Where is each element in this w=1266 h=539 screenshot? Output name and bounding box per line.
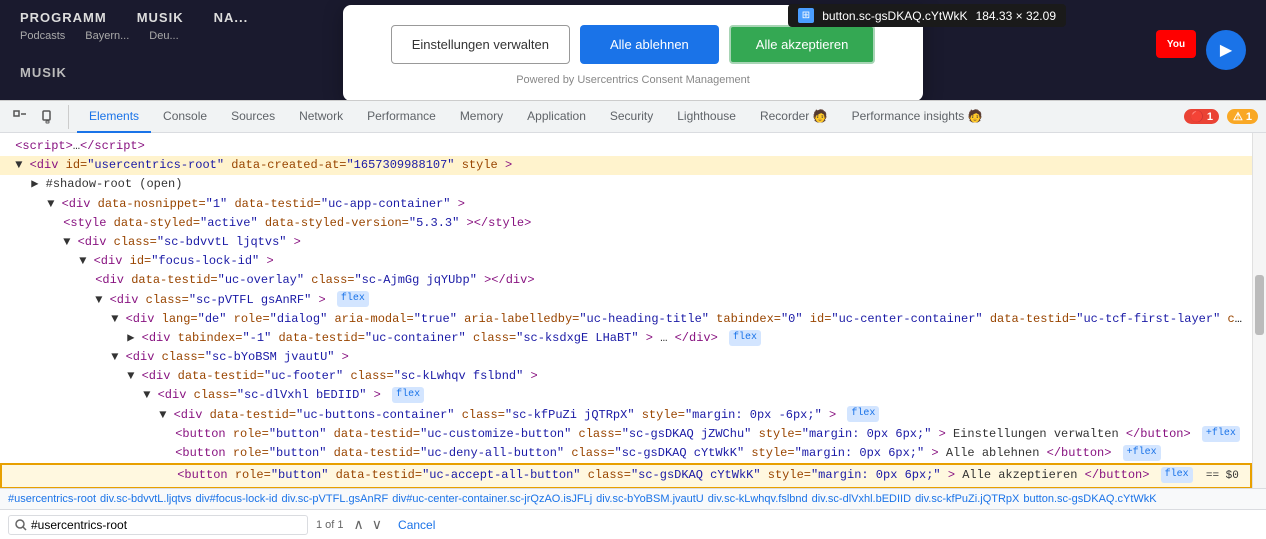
dom-line-5[interactable]: ▼ <div class="sc-bdvvtL ljqtvs" >	[0, 233, 1252, 252]
breadcrumb-2[interactable]: div#focus-lock-id	[196, 493, 278, 505]
flex-badge-6: +flex	[1123, 445, 1161, 461]
scroll-thumb[interactable]	[1255, 275, 1264, 335]
dom-line-13[interactable]: ▼ <div class="sc-dlVxhl bEDIID" > flex	[0, 386, 1252, 405]
nav-item-programm: PROGRAMM	[20, 10, 107, 25]
dom-line-10[interactable]: ▶ <div tabindex="-1" data-testid="uc-con…	[0, 329, 1252, 348]
search-nav-buttons: ∧ ∨	[352, 514, 385, 535]
tooltip-dimensions: 184.33 × 32.09	[976, 9, 1056, 23]
tab-performance-insights[interactable]: Performance insights 🧑	[840, 101, 995, 133]
tab-security[interactable]: Security	[598, 101, 665, 133]
tab-memory[interactable]: Memory	[448, 101, 515, 133]
warn-count-badge: ⚠ 1	[1227, 109, 1258, 124]
breadcrumb-8[interactable]: div.sc-kfPuZi.jQTRpX	[915, 493, 1019, 505]
search-result-count: 1 of 1	[316, 519, 344, 531]
breadcrumb-root[interactable]: #usercentrics-root	[8, 493, 96, 505]
flex-badge-5: +flex	[1202, 426, 1240, 442]
device-toolbar-icon[interactable]	[36, 105, 60, 129]
dom-line-7[interactable]: <div data-testid="uc-overlay" class="sc-…	[0, 271, 1252, 290]
dom-line-0[interactable]: <script>…</script>	[0, 137, 1252, 156]
dom-scrollbar[interactable]	[1252, 133, 1266, 488]
dom-line-11[interactable]: ▼ <div class="sc-bYoBSM jvautU" >	[0, 348, 1252, 367]
flex-badge: flex	[337, 291, 369, 307]
search-next-button[interactable]: ∨	[370, 514, 384, 535]
tab-sources[interactable]: Sources	[219, 101, 287, 133]
dom-line-6[interactable]: ▼ <div id="focus-lock-id" >	[0, 252, 1252, 271]
breadcrumb-6[interactable]: div.sc-kLwhqv.fslbnd	[708, 493, 808, 505]
breadcrumb-9[interactable]: button.sc-gsDKAQ.cYtWkK	[1023, 493, 1156, 505]
website-preview: PROGRAMM MUSIK NA... Podcasts Bayern... …	[0, 0, 1266, 100]
tab-application[interactable]: Application	[515, 101, 598, 133]
website-musik-label: MUSIK	[20, 65, 67, 80]
dom-line-16[interactable]: <button role="button" data-testid="uc-de…	[0, 444, 1252, 463]
dom-line-3[interactable]: ▼ <div data-nosnippet="1" data-testid="u…	[0, 195, 1252, 214]
tab-network[interactable]: Network	[287, 101, 355, 133]
dom-line-1[interactable]: ▼ <div id="usercentrics-root" data-creat…	[0, 156, 1252, 175]
breadcrumb-7[interactable]: div.sc-dlVxhl.bEDIID	[812, 493, 911, 505]
nav-item-musik: MUSIK	[137, 10, 184, 25]
nav-item-na: NA...	[214, 10, 249, 25]
search-cancel-button[interactable]: Cancel	[392, 516, 441, 534]
search-input-wrap	[8, 515, 308, 535]
flex-badge-7: flex	[1161, 467, 1193, 483]
tab-lighthouse[interactable]: Lighthouse	[665, 101, 748, 133]
breadcrumb-5[interactable]: div.sc-bYoBSM.jvautU	[596, 493, 704, 505]
breadcrumb-3[interactable]: div.sc-pVTFL.gsAnRF	[281, 493, 388, 505]
reject-all-button[interactable]: Alle ablehnen	[580, 25, 719, 64]
search-prev-button[interactable]: ∧	[352, 514, 366, 535]
dollar-zero-badge: == $0	[1206, 470, 1239, 482]
youtube-button[interactable]: You	[1156, 30, 1196, 58]
dom-line-8[interactable]: ▼ <div class="sc-pVTFL gsAnRF" > flex	[0, 291, 1252, 310]
flex-badge-4: flex	[847, 406, 879, 422]
search-icon	[15, 519, 27, 531]
tab-elements[interactable]: Elements	[77, 101, 151, 133]
breadcrumb-bar: #usercentrics-root div.sc-bdvvtL.ljqtvs …	[0, 488, 1266, 509]
devtools-tab-bar: Elements Console Sources Network Perform…	[0, 101, 1266, 133]
devtools-panel: Elements Console Sources Network Perform…	[0, 100, 1266, 539]
dom-line-17[interactable]: <button role="button" data-testid="uc-ac…	[0, 463, 1252, 488]
tab-icon-group	[8, 105, 69, 129]
breadcrumb-4[interactable]: div#uc-center-container.sc-jrQzAO.isJFLj	[392, 493, 592, 505]
tooltip-devtools-icon: ⊞	[798, 8, 814, 23]
devtools-main-area: <script>…</script> ▼ <div id="usercentri…	[0, 133, 1266, 488]
dom-line-2[interactable]: ▶ #shadow-root (open)	[0, 175, 1252, 194]
tab-performance[interactable]: Performance	[355, 101, 448, 133]
dom-line-14[interactable]: ▼ <div data-testid="uc-buttons-container…	[0, 406, 1252, 425]
error-count-badge: 🔴 1	[1184, 109, 1219, 124]
search-bar: 1 of 1 ∧ ∨ Cancel	[0, 509, 1266, 539]
website-nav: PROGRAMM MUSIK NA...	[20, 10, 248, 25]
consent-buttons: Einstellungen verwalten Alle ablehnen Al…	[373, 25, 893, 64]
tab-right-area: 🔴 1 ⚠ 1	[1184, 109, 1258, 124]
website-subnav: Podcasts Bayern... Deu...	[20, 30, 179, 42]
element-tooltip: ⊞ button.sc-gsDKAQ.cYtWkK 184.33 × 32.09	[788, 4, 1066, 27]
tooltip-element-name: button.sc-gsDKAQ.cYtWkK	[822, 9, 967, 23]
flex-badge-2: flex	[729, 330, 761, 346]
dom-line-15[interactable]: <button role="button" data-testid="uc-cu…	[0, 425, 1252, 444]
flex-badge-3: flex	[392, 387, 424, 403]
dom-line-9[interactable]: ▼ <div lang="de" role="dialog" aria-moda…	[0, 310, 1252, 329]
manage-settings-button[interactable]: Einstellungen verwalten	[391, 25, 570, 64]
consent-powered-text: Powered by Usercentrics Consent Manageme…	[373, 74, 893, 86]
tab-recorder[interactable]: Recorder 🧑	[748, 101, 840, 133]
dom-tree-panel[interactable]: <script>…</script> ▼ <div id="usercentri…	[0, 133, 1252, 488]
breadcrumb-1[interactable]: div.sc-bdvvtL.ljqtvs	[100, 493, 192, 505]
dom-line-12[interactable]: ▼ <div data-testid="uc-footer" class="sc…	[0, 367, 1252, 386]
accept-all-button[interactable]: Alle akzeptieren	[729, 25, 876, 64]
search-input[interactable]	[31, 518, 231, 532]
dom-line-4[interactable]: <style data-styled="active" data-styled-…	[0, 214, 1252, 233]
inspect-element-icon[interactable]	[8, 105, 32, 129]
tab-console[interactable]: Console	[151, 101, 219, 133]
play-button[interactable]: ▶	[1206, 30, 1246, 70]
